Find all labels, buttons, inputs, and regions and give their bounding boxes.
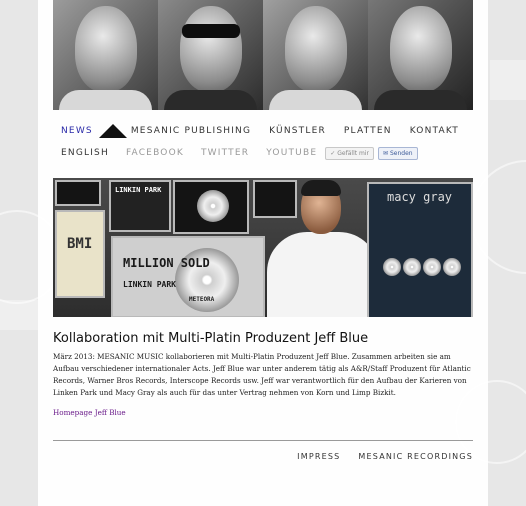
hero-banner <box>53 0 473 110</box>
wall-frame <box>55 180 101 206</box>
footer-impress-link[interactable]: IMPRESS <box>297 452 340 461</box>
band-member-photo <box>368 0 473 110</box>
plaque-band-text: LINKIN PARK <box>123 280 176 289</box>
bmi-text: BMI <box>67 236 93 252</box>
main-nav: NEWS MESANIC PUBLISHING KÜNSTLER PLATTEN… <box>61 124 473 138</box>
nav-item-platten[interactable]: PLATTEN <box>344 126 392 136</box>
nav-item-kontakt[interactable]: KONTAKT <box>410 126 459 136</box>
facebook-send-button[interactable]: ✉ Senden <box>377 146 418 160</box>
wall-frame <box>173 180 249 234</box>
triangle-logo-icon[interactable] <box>98 124 127 138</box>
plaque-album-text: METEORA <box>189 296 215 303</box>
band-member-photo <box>53 0 158 110</box>
nav-item-kuenstler[interactable]: KÜNSTLER <box>269 126 326 136</box>
youtube-link[interactable]: YOUTUBE <box>266 148 317 158</box>
bmi-award: BMI <box>55 210 105 298</box>
nav-item-publishing[interactable]: MESANIC PUBLISHING <box>131 126 251 136</box>
macy-gray-plaque: macy gray <box>367 182 473 317</box>
facebook-like-button[interactable]: ✓ Gefällt mir <box>325 146 374 160</box>
band-member-photo <box>158 0 263 110</box>
footer-divider <box>53 440 473 441</box>
footer-nav: IMPRESS MESANIC RECORDINGS <box>297 452 473 461</box>
band-member-photo <box>263 0 368 110</box>
article-body: März 2013: MESANIC MUSIC kollaborieren m… <box>53 352 471 398</box>
wall-frame: LINKIN PARK <box>109 180 171 232</box>
million-sold-text: MILLION SOLD <box>123 256 210 270</box>
producer-photo <box>263 180 383 317</box>
nav-item-news[interactable]: NEWS <box>61 126 93 136</box>
like-button-label: Gefällt mir <box>337 149 369 157</box>
homepage-jeff-blue-link[interactable]: Homepage Jeff Blue <box>53 408 126 417</box>
send-icon: ✉ <box>382 149 388 157</box>
feature-image: LINKIN PARK BMI MILLION SOLD LINKIN PARK… <box>53 178 473 317</box>
page-container: NEWS MESANIC PUBLISHING KÜNSTLER PLATTEN… <box>38 0 488 506</box>
million-sold-plaque: MILLION SOLD LINKIN PARK METEORA <box>111 236 265 317</box>
article-title: Kollaboration mit Multi-Platin Produzent… <box>53 331 369 346</box>
thumbs-up-icon: ✓ <box>330 149 336 157</box>
footer-recordings-link[interactable]: MESANIC RECORDINGS <box>358 452 473 461</box>
plaque-text: LINKIN PARK <box>115 186 162 194</box>
facebook-link[interactable]: FACEBOOK <box>126 148 184 158</box>
secondary-nav: ENGLISH FACEBOOK TWITTER YOUTUBE ✓ Gefäl… <box>61 146 473 160</box>
twitter-link[interactable]: TWITTER <box>201 148 249 158</box>
send-button-label: Senden <box>390 149 413 157</box>
macy-gray-text: macy gray <box>387 190 453 204</box>
language-english-link[interactable]: ENGLISH <box>61 148 109 158</box>
